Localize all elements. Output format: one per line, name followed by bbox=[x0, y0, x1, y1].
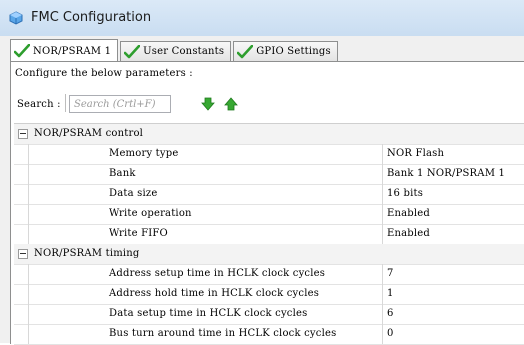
row-gutter bbox=[14, 324, 29, 344]
tab-label: NOR/PSRAM 1 bbox=[33, 45, 112, 57]
table-row[interactable]: Memory type NOR Flash bbox=[14, 144, 524, 165]
collapse-icon[interactable] bbox=[18, 249, 28, 259]
group-nor-psram-control[interactable]: NOR/PSRAM control bbox=[14, 124, 524, 145]
arrow-up-icon[interactable] bbox=[224, 97, 238, 111]
column-divider bbox=[382, 164, 383, 184]
window-body: NOR/PSRAM 1 User Constants GPIO Settings… bbox=[0, 36, 524, 345]
table-row[interactable]: Address hold time in HCLK clock cycles 1 bbox=[14, 284, 524, 305]
tab-panel: Configure the below parameters : Search … bbox=[10, 61, 524, 345]
table-row[interactable]: Bank Bank 1 NOR/PSRAM 1 bbox=[14, 164, 524, 185]
column-divider bbox=[382, 224, 383, 244]
column-divider bbox=[382, 144, 383, 164]
column-divider bbox=[382, 284, 383, 304]
table-row[interactable]: Write operation Enabled bbox=[14, 204, 524, 225]
table-row[interactable]: Write FIFO Enabled bbox=[14, 224, 524, 245]
tab-label: GPIO Settings bbox=[256, 46, 331, 57]
cube-icon bbox=[9, 11, 23, 25]
parameters-table: NOR/PSRAM control Memory type NOR Flash … bbox=[14, 123, 524, 345]
param-value[interactable]: Bank 1 NOR/PSRAM 1 bbox=[387, 168, 505, 179]
row-gutter bbox=[14, 204, 29, 224]
param-name: Write FIFO bbox=[109, 228, 168, 239]
column-divider bbox=[382, 304, 383, 324]
param-name: Data setup time in HCLK clock cycles bbox=[109, 308, 308, 319]
param-name: Data size bbox=[109, 188, 158, 199]
param-value[interactable]: 1 bbox=[387, 288, 394, 299]
search-separator bbox=[65, 94, 66, 112]
param-name: Memory type bbox=[109, 148, 179, 159]
column-divider bbox=[382, 264, 383, 284]
instructions-text: Configure the below parameters : bbox=[15, 68, 193, 79]
table-row[interactable]: Address setup time in HCLK clock cycles … bbox=[14, 264, 524, 285]
checkmark-icon bbox=[124, 44, 141, 58]
window-title: FMC Configuration bbox=[31, 10, 152, 25]
checkmark-icon bbox=[237, 44, 254, 58]
group-title: NOR/PSRAM control bbox=[34, 128, 144, 139]
search-label: Search : bbox=[17, 99, 61, 110]
param-name: Write operation bbox=[109, 208, 192, 219]
row-gutter bbox=[14, 144, 29, 164]
arrow-down-icon[interactable] bbox=[201, 97, 215, 111]
column-divider bbox=[382, 204, 383, 224]
column-divider bbox=[382, 184, 383, 204]
row-gutter bbox=[14, 284, 29, 304]
param-name: Address hold time in HCLK clock cycles bbox=[109, 288, 320, 299]
group-nor-psram-timing[interactable]: NOR/PSRAM timing bbox=[14, 244, 524, 265]
row-gutter bbox=[14, 264, 29, 284]
tab-gpio-settings[interactable]: GPIO Settings bbox=[233, 41, 338, 61]
search-input[interactable] bbox=[69, 95, 171, 113]
param-name: Bus turn around time in HCLK clock cycle… bbox=[109, 328, 337, 339]
table-row[interactable]: Data size 16 bits bbox=[14, 184, 524, 205]
row-gutter bbox=[14, 224, 29, 244]
row-gutter bbox=[14, 184, 29, 204]
param-value[interactable]: Enabled bbox=[387, 208, 430, 219]
tab-nor-psram-1[interactable]: NOR/PSRAM 1 bbox=[10, 39, 119, 62]
param-name: Address setup time in HCLK clock cycles bbox=[109, 268, 326, 279]
table-row[interactable]: Data setup time in HCLK clock cycles 6 bbox=[14, 304, 524, 325]
tab-strip: NOR/PSRAM 1 User Constants GPIO Settings bbox=[10, 39, 340, 62]
param-value[interactable]: 6 bbox=[387, 308, 394, 319]
param-value[interactable]: Enabled bbox=[387, 228, 430, 239]
table-row[interactable]: Bus turn around time in HCLK clock cycle… bbox=[14, 324, 524, 345]
checkmark-icon bbox=[14, 44, 30, 58]
group-title: NOR/PSRAM timing bbox=[34, 248, 140, 259]
tab-user-constants[interactable]: User Constants bbox=[120, 41, 232, 61]
param-value[interactable]: 0 bbox=[387, 328, 394, 339]
title-bar: FMC Configuration bbox=[0, 0, 524, 37]
param-value[interactable]: 16 bits bbox=[387, 188, 423, 199]
collapse-icon[interactable] bbox=[18, 129, 28, 139]
param-value[interactable]: NOR Flash bbox=[387, 148, 444, 159]
tab-label: User Constants bbox=[143, 46, 225, 57]
param-value[interactable]: 7 bbox=[387, 268, 394, 279]
row-gutter bbox=[14, 164, 29, 184]
row-gutter bbox=[14, 304, 29, 324]
param-name: Bank bbox=[109, 168, 136, 179]
column-divider bbox=[382, 324, 383, 344]
